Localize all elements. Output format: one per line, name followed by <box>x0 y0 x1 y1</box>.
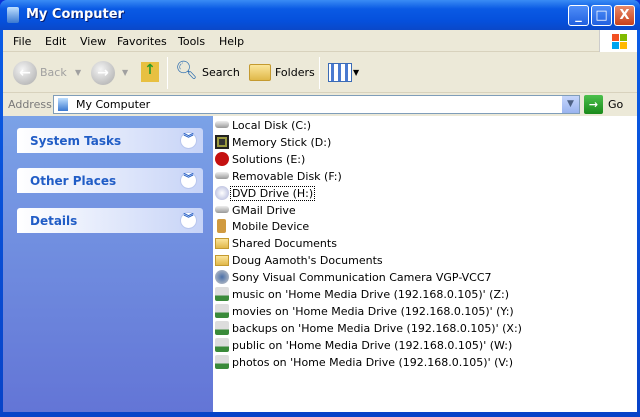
mobile-device-icon <box>217 219 226 234</box>
item-label: Sony Visual Communication Camera VGP-VCC… <box>232 271 492 285</box>
toolbar: ← Back ▼ → ▼ ↑ 🔍︎ Search Folders ▼ <box>3 52 637 93</box>
forward-button[interactable]: → <box>91 61 115 85</box>
item-label: movies on 'Home Media Drive (192.168.0.1… <box>232 304 514 318</box>
panel-title: Other Places <box>30 174 117 188</box>
removable-disk-icon <box>215 171 229 179</box>
solutions-drive-icon <box>215 151 229 166</box>
chevron-down-icon[interactable]: ︾ <box>180 132 197 149</box>
panel-title: System Tasks <box>30 134 122 148</box>
back-dropdown-icon[interactable]: ▼ <box>75 68 81 77</box>
go-button[interactable]: Go <box>608 98 623 111</box>
menu-edit[interactable]: Edit <box>45 35 66 48</box>
address-dropdown-button[interactable]: ▼ <box>562 96 579 113</box>
chevron-down-icon[interactable]: ︾ <box>180 172 197 189</box>
up-folder-button[interactable]: ↑ <box>141 62 159 82</box>
chevron-down-icon[interactable]: ︾ <box>180 212 197 229</box>
folders-button[interactable]: Folders <box>275 66 315 79</box>
memory-stick-icon <box>215 134 229 149</box>
item-label: Removable Disk (F:) <box>232 169 342 183</box>
item-label: GMail Drive <box>232 203 296 217</box>
item-label: backups on 'Home Media Drive (192.168.0.… <box>232 321 522 335</box>
item-label: DVD Drive (H:) <box>229 185 316 201</box>
folders-icon[interactable] <box>249 64 271 81</box>
network-drive-icon <box>215 303 229 318</box>
folder-icon <box>215 238 229 250</box>
search-button[interactable]: Search <box>202 66 240 79</box>
file-list: Local Disk (C:) Memory Stick (D:) Solution… <box>213 116 637 412</box>
item-label: public on 'Home Media Drive (192.168.0.1… <box>232 338 513 352</box>
maximize-button[interactable]: □ <box>591 5 612 26</box>
panel-details[interactable]: Details ︾ <box>17 208 203 233</box>
menu-favorites[interactable]: Favorites <box>117 35 167 48</box>
camera-icon <box>215 270 229 285</box>
network-drive-icon <box>215 320 229 335</box>
hard-disk-icon <box>215 121 229 128</box>
computer-icon <box>58 98 68 111</box>
item-label: Doug Aamoth's Documents <box>232 254 383 268</box>
title-bar[interactable]: My Computer _ □ X <box>0 0 640 30</box>
folder-icon <box>215 255 229 267</box>
task-pane: System Tasks ︾ Other Places ︾ Details ︾ <box>3 116 213 412</box>
item-label: Solutions (E:) <box>232 152 306 166</box>
minimize-button[interactable]: _ <box>568 5 589 26</box>
dvd-drive-icon <box>215 185 229 200</box>
network-drive-icon <box>215 287 229 301</box>
hard-disk-icon <box>215 205 229 213</box>
item-label: music on 'Home Media Drive (192.168.0.10… <box>232 288 509 301</box>
address-input[interactable]: My Computer ▼ <box>53 95 580 114</box>
search-icon[interactable]: 🔍︎ <box>175 60 198 84</box>
windows-logo-icon <box>599 30 637 52</box>
address-bar: Address My Computer ▼ → Go <box>3 93 637 116</box>
panel-other-places[interactable]: Other Places ︾ <box>17 168 203 193</box>
views-icon[interactable] <box>328 63 352 82</box>
address-value: My Computer <box>76 98 151 111</box>
item-label: Shared Documents <box>232 237 337 251</box>
panel-title: Details <box>30 214 78 228</box>
forward-dropdown-icon[interactable]: ▼ <box>122 68 128 77</box>
views-dropdown-icon[interactable]: ▼ <box>353 68 359 77</box>
window: My Computer _ □ X File Edit View Favorit… <box>0 0 640 417</box>
network-drive-icon <box>215 337 229 352</box>
close-button[interactable]: X <box>614 5 635 26</box>
computer-icon <box>7 7 19 23</box>
item-label: photos on 'Home Media Drive (192.168.0.1… <box>232 355 514 369</box>
back-arrow-icon[interactable]: ← <box>13 61 37 85</box>
network-drive-icon <box>215 354 229 369</box>
menu-file[interactable]: File <box>13 35 31 48</box>
item-label: Local Disk (C:) <box>232 119 312 132</box>
address-label: Address <box>8 98 52 111</box>
item-label: Mobile Device <box>232 220 310 234</box>
toolbar-separator <box>167 57 168 89</box>
window-title: My Computer <box>26 7 124 22</box>
item-label: Memory Stick (D:) <box>232 135 332 149</box>
go-arrow-icon[interactable]: → <box>584 95 603 114</box>
menu-help[interactable]: Help <box>219 35 244 48</box>
back-button[interactable]: Back <box>40 66 67 79</box>
menu-tools[interactable]: Tools <box>178 35 205 48</box>
toolbar-separator <box>319 57 320 89</box>
menu-view[interactable]: View <box>80 35 106 48</box>
menu-bar: File Edit View Favorites Tools Help <box>3 30 637 52</box>
panel-system-tasks[interactable]: System Tasks ︾ <box>17 128 203 153</box>
